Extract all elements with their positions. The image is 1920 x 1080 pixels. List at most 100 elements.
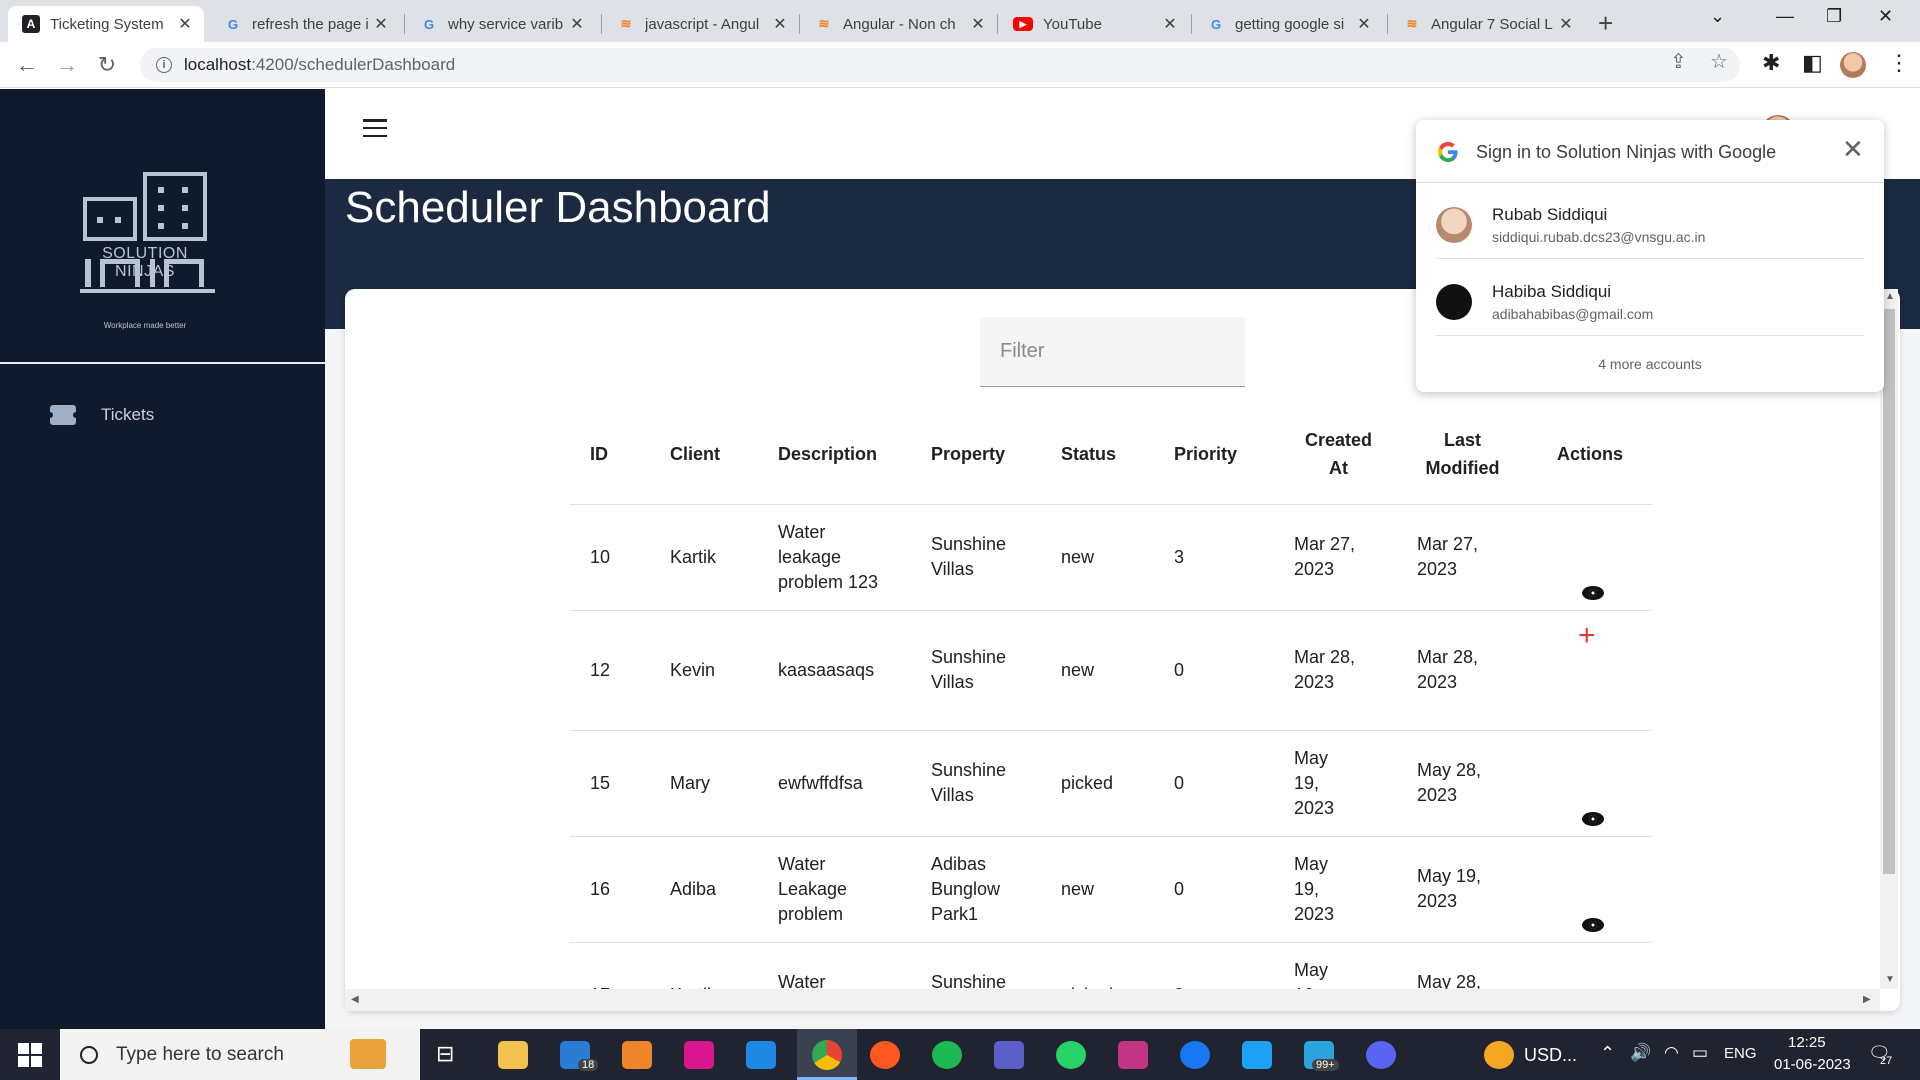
task-view-icon[interactable]: ⊟ (436, 1041, 466, 1069)
tab-angular-non-ch[interactable]: ≋ Angular - Non ch ✕ (801, 6, 997, 42)
teams-icon[interactable] (994, 1041, 1024, 1069)
close-icon[interactable]: ✕ (771, 14, 789, 34)
forward-icon[interactable]: → (52, 50, 82, 80)
solution-ninjas-logo: SOLUTION NINJAS Workplace made better (70, 169, 220, 339)
view-eye-icon[interactable] (1582, 917, 1604, 932)
header-created-at[interactable]: Created At (1274, 404, 1397, 505)
weather-text[interactable]: USD... (1524, 1045, 1577, 1066)
sidebar-divider (0, 362, 325, 364)
tab-google-signin[interactable]: G getting google si ✕ (1193, 6, 1383, 42)
close-icon[interactable]: ✕ (1161, 14, 1179, 34)
account-item[interactable]: Rubab Siddiqui siddiqui.rubab.dcs23@vnsg… (1436, 183, 1864, 259)
account-item[interactable]: Habiba Siddiqui adibahabibas@gmail.com (1436, 260, 1864, 336)
minimize-icon[interactable]: — (1776, 6, 1794, 27)
hamburger-menu-icon[interactable] (363, 119, 387, 137)
close-icon[interactable]: ✕ (1355, 14, 1373, 34)
battery-icon[interactable]: ▭ (1692, 1043, 1708, 1063)
vscode-icon[interactable] (746, 1041, 776, 1069)
new-tab-button[interactable]: + (1598, 8, 1613, 39)
discord-icon[interactable] (1366, 1041, 1396, 1069)
header-actions: Actions (1522, 404, 1652, 505)
header-priority[interactable]: Priority (1154, 404, 1274, 505)
volume-icon[interactable]: 🔊 (1630, 1043, 1651, 1063)
cell-modified: Mar 28, 2023 (1397, 610, 1522, 731)
header-id[interactable]: ID (570, 404, 650, 505)
restore-icon[interactable]: ❐ (1826, 6, 1842, 27)
chrome-taskbar-active[interactable] (797, 1029, 857, 1080)
telegram-badge: 99+ (1312, 1059, 1339, 1071)
back-icon[interactable]: ← (12, 50, 42, 80)
page-title: Scheduler Dashboard (345, 183, 771, 232)
address-bar[interactable]: i localhost:4200/schedulerDashboard (140, 48, 1740, 82)
scroll-down-icon[interactable]: ▼ (1885, 974, 1895, 985)
tab-service-variable[interactable]: G why service varib ✕ (406, 6, 596, 42)
language-indicator[interactable]: ENG (1724, 1045, 1757, 1062)
clock-date[interactable]: 01-06-2023 (1774, 1056, 1851, 1073)
view-eye-icon[interactable] (1582, 585, 1604, 600)
scroll-right-icon[interactable]: ▶ (1863, 994, 1871, 1005)
close-window-icon[interactable]: ✕ (1878, 6, 1893, 27)
close-icon[interactable]: ✕ (1557, 14, 1575, 34)
header-status[interactable]: Status (1041, 404, 1154, 505)
facebook-icon[interactable] (1180, 1041, 1210, 1069)
header-last-modified[interactable]: Last Modified (1397, 404, 1522, 505)
header-description[interactable]: Description (758, 404, 911, 505)
close-icon[interactable]: ✕ (568, 14, 586, 34)
windows-start-icon[interactable] (18, 1043, 42, 1067)
cell-modified: May 28, 2023 (1397, 730, 1522, 837)
close-icon[interactable]: ✕ (372, 14, 390, 34)
tray-chevron-icon[interactable]: ⌃ (1600, 1043, 1615, 1064)
clock-time[interactable]: 12:25 (1788, 1034, 1826, 1051)
postman-icon[interactable] (870, 1041, 900, 1069)
header-property[interactable]: Property (911, 404, 1041, 505)
file-explorer-icon[interactable] (498, 1041, 528, 1069)
twitter-icon[interactable] (1242, 1041, 1272, 1069)
more-accounts-link[interactable]: 4 more accounts (1416, 356, 1884, 372)
spotify-icon[interactable] (932, 1041, 962, 1069)
tab-ticketing-system[interactable]: A Ticketing System ✕ (8, 6, 204, 42)
side-panel-icon[interactable]: ◧ (1802, 50, 1823, 76)
table-row[interactable]: 12 Kevin kaasaasaqs Sunshine Villas new … (570, 610, 1652, 731)
close-icon[interactable]: ✕ (1842, 136, 1864, 162)
menu-kebab-icon[interactable]: ⋮ (1888, 50, 1910, 76)
add-plus-icon[interactable]: + (1578, 620, 1596, 651)
weather-icon[interactable] (1484, 1041, 1514, 1069)
cell-status: new (1041, 836, 1154, 943)
close-icon[interactable]: ✕ (969, 14, 987, 34)
site-info-icon[interactable]: i (156, 57, 172, 73)
vertical-scrollbar[interactable]: ▲ ▼ (1880, 289, 1898, 989)
taskbar-search[interactable]: Type here to search (60, 1029, 420, 1080)
close-icon[interactable]: ✕ (176, 14, 194, 34)
scroll-left-icon[interactable]: ◀ (351, 994, 359, 1005)
filter-field[interactable] (980, 317, 1245, 387)
intellij-icon[interactable] (684, 1041, 714, 1069)
xampp-icon[interactable] (622, 1041, 652, 1069)
instagram-icon[interactable] (1118, 1041, 1148, 1069)
profile-avatar[interactable] (1840, 52, 1866, 78)
table-row[interactable]: 15 Mary ewfwffdfsa Sunshine Villas picke… (570, 730, 1652, 837)
vertical-scroll-thumb[interactable] (1883, 309, 1895, 874)
reload-icon[interactable]: ↻ (92, 50, 122, 80)
tab-search-icon[interactable]: ⌄ (1710, 6, 1725, 27)
bookmark-star-icon[interactable]: ☆ (1710, 49, 1728, 74)
view-eye-icon[interactable] (1582, 811, 1604, 826)
table-row[interactable]: 10 Kartik Water leakage problem 123 Suns… (570, 504, 1652, 611)
table-row[interactable]: 16 Adiba Water Leakage problem Adibas Bu… (570, 836, 1652, 943)
cell-property: Sunshine Villas (911, 730, 1041, 837)
whatsapp-icon[interactable] (1056, 1041, 1086, 1069)
tickets-card: ID Client Description Property Status Pr… (345, 289, 1900, 1011)
sidebar-item-tickets[interactable]: Tickets (47, 405, 154, 425)
header-client[interactable]: Client (650, 404, 758, 505)
tab-youtube[interactable]: ▶ YouTube ✕ (999, 6, 1189, 42)
tab-refresh[interactable]: G refresh the page i ✕ (210, 6, 400, 42)
scroll-up-icon[interactable]: ▲ (1885, 291, 1895, 302)
horizontal-scrollbar[interactable]: ◀ ▶ (345, 989, 1880, 1011)
extensions-icon[interactable]: ✱ (1762, 50, 1780, 76)
tab-javascript-angular[interactable]: ≋ javascript - Angul ✕ (603, 6, 799, 42)
filter-input[interactable] (980, 317, 1245, 386)
tab-angular-social[interactable]: ≋ Angular 7 Social L ✕ (1389, 6, 1585, 42)
cell-status: new (1041, 610, 1154, 731)
share-icon[interactable]: ⇪ (1670, 49, 1687, 74)
wifi-icon[interactable]: ◠ (1664, 1043, 1679, 1063)
cell-actions (1522, 730, 1652, 837)
